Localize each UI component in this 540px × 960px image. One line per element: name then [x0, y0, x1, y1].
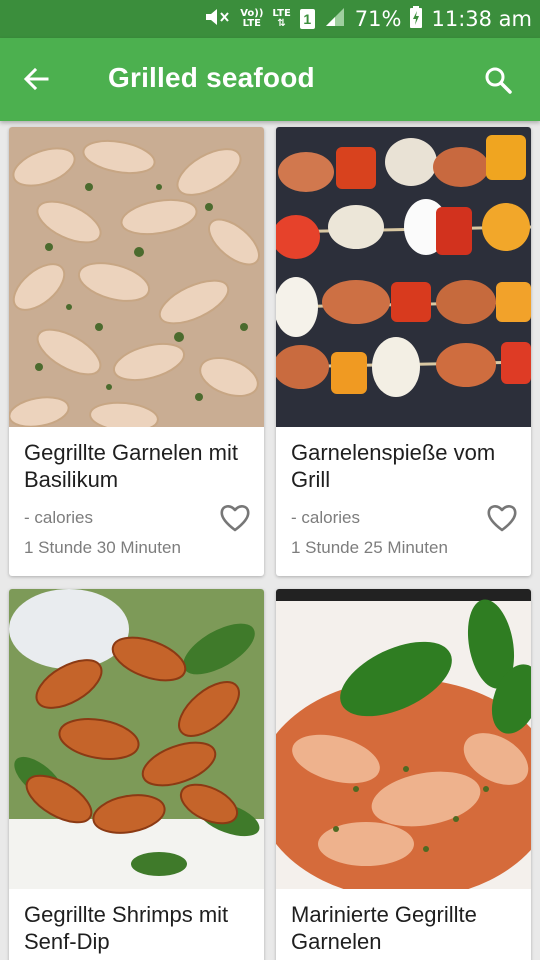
recipe-duration: 1 Stunde 25 Minuten: [291, 538, 448, 557]
recipe-name: Marinierte Gegrillte Garnelen: [291, 902, 477, 954]
page-title: Grilled seafood: [108, 62, 315, 93]
recipe-card[interactable]: Gegrillte Shrimps mit Senf-Dip: [9, 589, 264, 960]
recipe-calories: - calories: [24, 508, 93, 527]
recipe-name: Gegrillte Garnelen mit Basilikum: [24, 440, 238, 492]
recipe-card[interactable]: Marinierte Gegrillte Garnelen: [276, 589, 531, 960]
sim-icon: 1: [299, 9, 315, 29]
status-bar: Vo)) LTE LTE ⇅ 1 71% 11:38 am: [0, 0, 540, 38]
lte-bottom-label: ⇅: [277, 18, 286, 29]
lte-icon: LTE ⇅: [272, 9, 290, 29]
volte-bottom-label: LTE: [242, 18, 261, 29]
mute-icon: [203, 6, 231, 33]
battery-charging-icon: [410, 5, 423, 33]
sim-number: 1: [303, 11, 312, 27]
recipe-name: Gegrillte Shrimps mit Senf-Dip: [24, 902, 229, 954]
arrow-back-icon[interactable]: [14, 57, 58, 101]
signal-icon: [324, 7, 346, 32]
clock: 11:38 am: [431, 7, 532, 31]
battery-percent: 71%: [354, 7, 402, 31]
recipe-duration: 1 Stunde 30 Minuten: [24, 538, 181, 557]
recipe-photo: [9, 589, 264, 889]
recipe-calories: - calories: [291, 508, 360, 527]
recipe-photo: [9, 127, 264, 427]
recipe-card[interactable]: Garnelenspieße vom Grill - calories 1 St…: [276, 127, 531, 576]
heart-outline-icon[interactable]: [218, 501, 252, 535]
recipe-card[interactable]: Gegrillte Garnelen mit Basilikum - calor…: [9, 127, 264, 576]
app-bar: Grilled seafood: [0, 38, 540, 121]
recipe-photo: [276, 127, 531, 427]
search-icon[interactable]: [476, 58, 520, 102]
recipe-photo: [276, 589, 531, 889]
recipe-name: Garnelenspieße vom Grill: [291, 440, 496, 492]
volte-icon: Vo)) LTE: [240, 9, 263, 29]
heart-outline-icon[interactable]: [485, 501, 519, 535]
